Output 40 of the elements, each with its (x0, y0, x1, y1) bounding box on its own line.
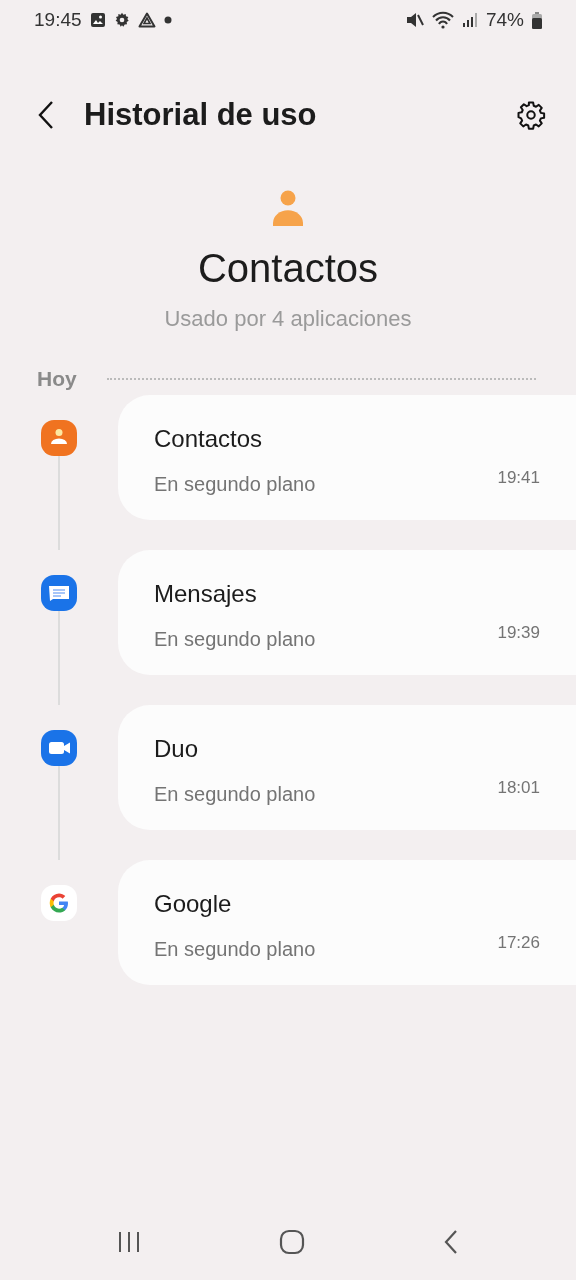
g-logo-icon (41, 884, 77, 921)
mute-icon (405, 12, 424, 28)
app-usage-card[interactable]: Google En segundo plano 17:26 (118, 859, 576, 985)
dot-icon (163, 16, 172, 24)
settings-icon[interactable] (516, 100, 546, 130)
usage-time: 19:39 (497, 621, 540, 644)
usage-time: 18:01 (497, 776, 540, 799)
battery-icon (532, 11, 542, 29)
app-usage-card[interactable]: Contactos En segundo plano 19:41 (118, 394, 576, 520)
video-camera-icon (41, 729, 77, 766)
usage-type: En segundo plano (154, 781, 316, 807)
back-icon[interactable] (443, 1229, 459, 1255)
status-time: 19:45 (34, 7, 82, 32)
triangle-icon (137, 12, 156, 28)
recent-apps-icon[interactable] (117, 1231, 141, 1253)
app-name: Google (154, 888, 233, 919)
permission-name: Contactos (197, 248, 379, 288)
settings-icon (113, 12, 130, 28)
page-title: Historial de uso (84, 95, 317, 134)
person-icon (41, 419, 77, 456)
person-icon (272, 190, 304, 226)
section-label: Hoy (37, 366, 77, 392)
back-icon[interactable] (36, 100, 56, 130)
app-name: Contactos (154, 423, 264, 454)
usage-subtitle: Usado por 4 aplicaciones (164, 305, 412, 333)
app-name: Mensajes (154, 578, 258, 609)
app-usage-card[interactable]: Duo En segundo plano 18:01 (118, 704, 576, 830)
home-icon[interactable] (279, 1229, 305, 1255)
usage-time: 17:26 (497, 931, 540, 954)
usage-type: En segundo plano (154, 626, 316, 652)
usage-type: En segundo plano (154, 936, 316, 962)
wifi-icon (431, 11, 454, 29)
app-name: Duo (154, 733, 200, 764)
usage-time: 19:41 (497, 466, 540, 489)
chat-icon (41, 574, 77, 611)
battery-percentage: 74% (485, 7, 524, 32)
image-icon (89, 12, 106, 28)
app-usage-card[interactable]: Mensajes En segundo plano 19:39 (118, 549, 576, 675)
usage-type: En segundo plano (154, 471, 316, 497)
signal-icon (461, 12, 478, 28)
